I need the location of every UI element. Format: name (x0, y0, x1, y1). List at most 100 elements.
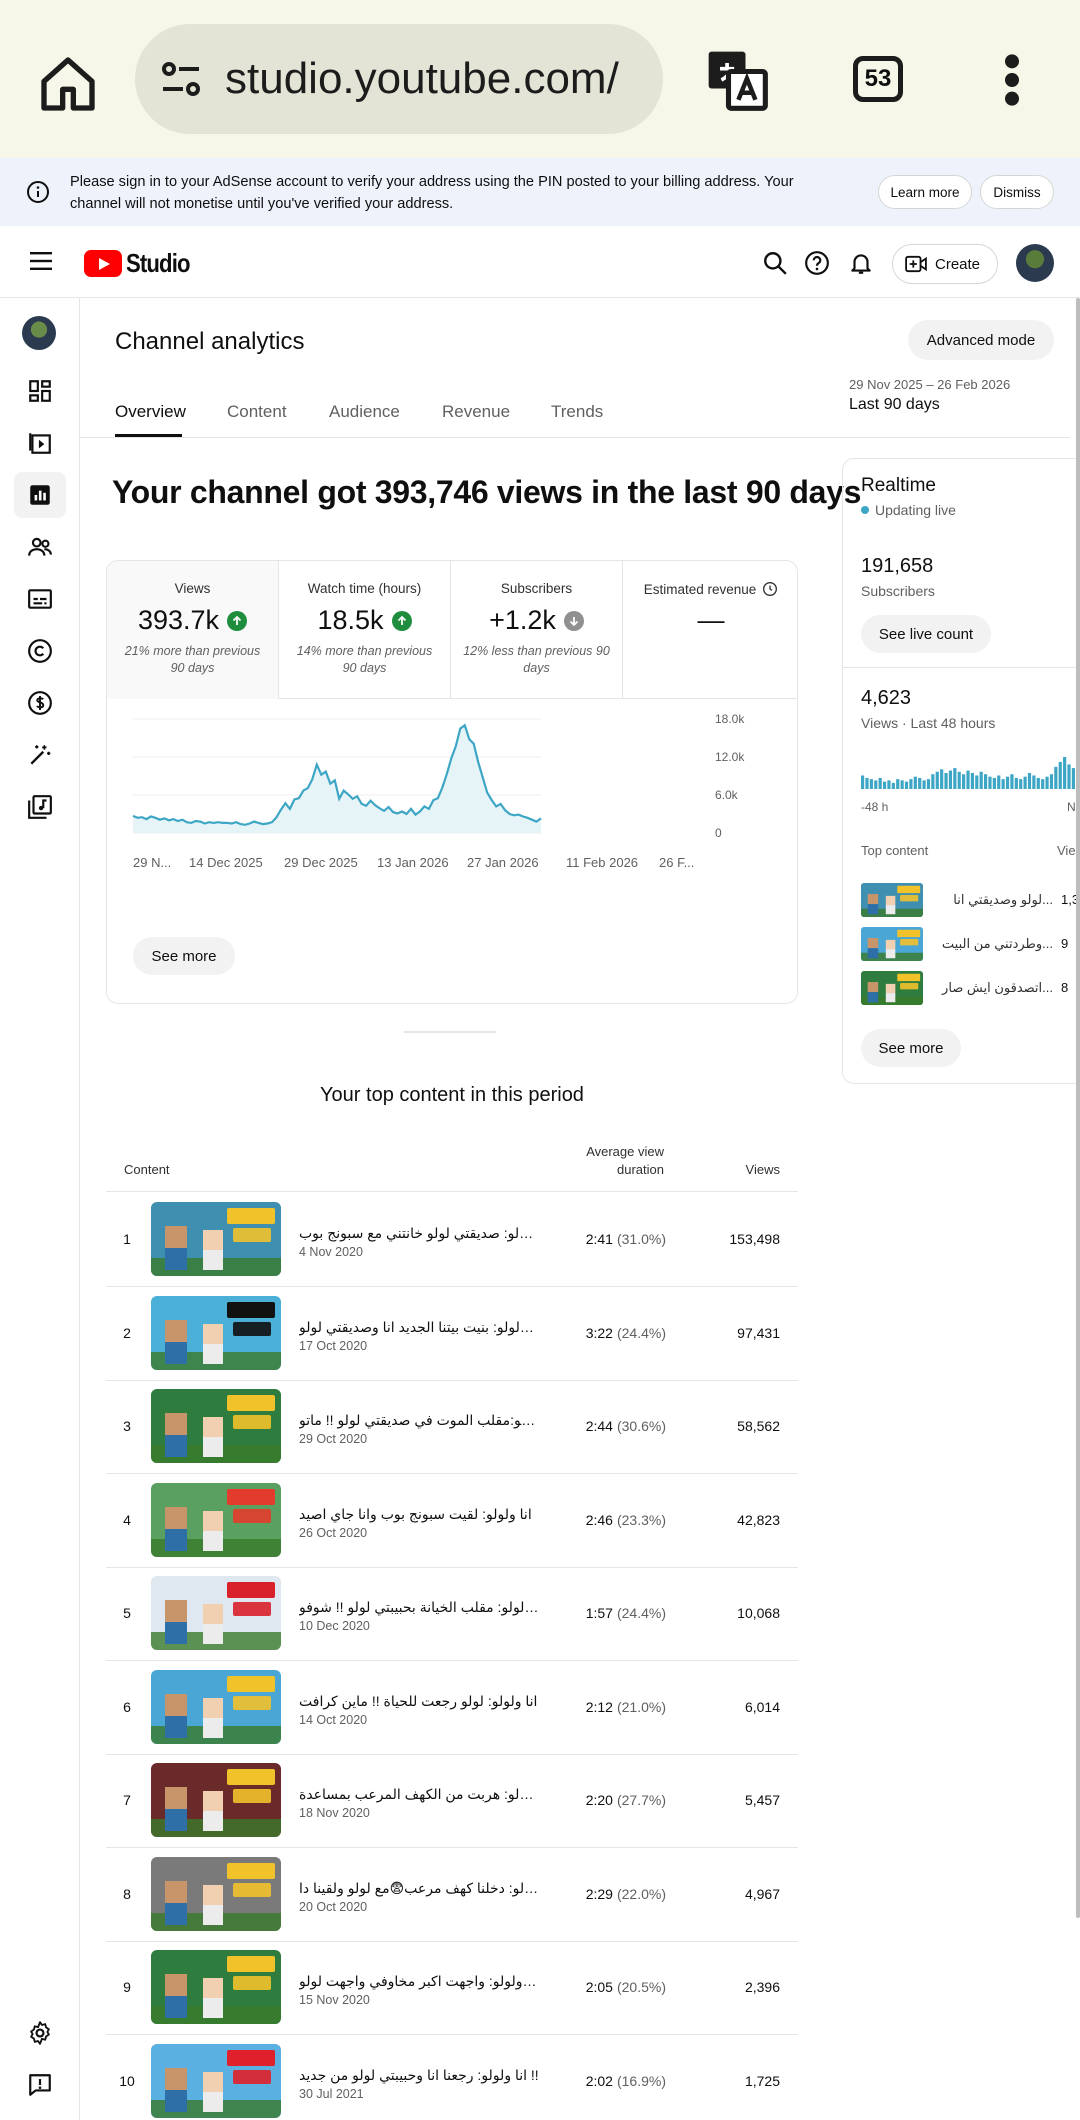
account-avatar[interactable] (1016, 244, 1054, 282)
home-icon[interactable] (36, 52, 100, 116)
table-row[interactable]: 7 انا ولولو: هربت من الكهف المرعب بمساعدة… (106, 1754, 798, 1848)
video-thumbnail[interactable] (151, 1856, 281, 1931)
see-more-button[interactable]: See more (133, 937, 235, 975)
realtime-see-more-button[interactable]: See more (861, 1029, 961, 1067)
analytics-nav[interactable] (14, 472, 66, 518)
menu-icon[interactable] (30, 252, 52, 270)
table-row[interactable]: 1 انا ولولو: صديقتي لولو خانتني مع سبونج … (106, 1193, 798, 1287)
metric-subscribers[interactable]: Subscribers +1.2k 12% less than previous… (451, 561, 623, 699)
table-row[interactable]: 8 انا ولولو: دخلنا كهف مرعب😨مع لولو ولقين… (106, 1848, 798, 1942)
scrollbar[interactable] (1076, 298, 1080, 1918)
feedback-nav[interactable] (14, 2062, 66, 2108)
avg-view-percent: (23.3%) (616, 1511, 666, 1528)
advanced-mode-button[interactable]: Advanced mode (908, 320, 1054, 360)
table-row[interactable]: 2 انا ولولو: بنيت بيتنا الجديد انا وصديقت… (106, 1287, 798, 1381)
tab-revenue[interactable]: Revenue (442, 402, 510, 422)
copyright-icon (28, 639, 52, 663)
more-vert-icon[interactable] (1000, 52, 1024, 108)
table-row[interactable]: 3 انا ولولو:مقلب الموت في صديقتي لولو !! … (106, 1380, 798, 1474)
channel-avatar[interactable] (22, 316, 56, 350)
video-title[interactable]: انا ولولو: بنيت بيتنا الجديد انا وصديقتي… (299, 1319, 539, 1336)
realtime-bar (979, 771, 983, 789)
video-title[interactable]: انا ولولو: رجعنا انا وحبيبتي لولو من جدي… (299, 2067, 539, 2084)
avg-view-duration: 2:20 (585, 1792, 613, 1808)
realtime-bar (935, 771, 939, 789)
row-rank: 1 (123, 1231, 131, 1247)
video-views: 97,431 (737, 1324, 780, 1341)
dismiss-button[interactable]: Dismiss (980, 175, 1054, 209)
video-title[interactable]: انا ولولو: هربت من الكهف المرعب بمساعدة (299, 1786, 539, 1803)
magic-wand-icon (30, 745, 51, 765)
table-row[interactable]: 5 انا ولولو: مقلب الخيانة بحبيبتي لولو !!… (106, 1567, 798, 1661)
metric-views[interactable]: Views 393.7k 21% more than previous 90 d… (107, 561, 279, 699)
arrow-up-icon (391, 610, 412, 631)
tab-overview[interactable]: Overview (115, 402, 186, 422)
video-thumbnail[interactable] (151, 1763, 281, 1837)
video-thumbnail[interactable] (151, 1482, 281, 1557)
tab-trends[interactable]: Trends (551, 402, 603, 422)
table-row[interactable]: 9 انا ولولو: واجهت اكبر مخاوفي واجهت لولو… (106, 1941, 798, 2035)
video-thumbnail[interactable] (151, 1202, 281, 1276)
address-bar[interactable]: studio.youtube.com/ (135, 24, 663, 134)
metric-watch-time[interactable]: Watch time (hours) 18.5k 14% more than p… (279, 561, 451, 699)
realtime-bar (891, 782, 895, 789)
metric-revenue[interactable]: Estimated revenue — (623, 561, 797, 699)
video-thumbnail[interactable] (151, 1669, 281, 1744)
realtime-top-item[interactable]: اتصدقون ايش صار... 8 (861, 971, 1080, 1007)
video-title[interactable]: انا ولولو: لقيت سبونج بوب وانا جاي اصيد (299, 1506, 539, 1523)
learn-more-button[interactable]: Learn more (878, 175, 972, 209)
video-title[interactable]: انا ولولو: صديقتي لولو خانتني مع سبونج ب… (299, 1225, 539, 1242)
community-nav[interactable] (14, 524, 66, 570)
youtube-studio-logo[interactable]: Studio (84, 248, 201, 279)
video-add-icon (905, 255, 927, 273)
video-title[interactable]: انا ولولو: مقلب الخيانة بحبيبتي لولو !! … (299, 1599, 539, 1616)
video-thumbnail[interactable] (151, 1950, 281, 2024)
video-thumbnail[interactable] (151, 1389, 281, 1463)
col-views[interactable]: Views (706, 1162, 780, 1177)
settings-nav[interactable] (14, 2010, 66, 2056)
table-row[interactable]: 6 انا ولولو: لولو رجعت للحياة !! ماين كرا… (106, 1661, 798, 1755)
copyright-nav[interactable] (14, 628, 66, 674)
realtime-bar (874, 780, 878, 789)
video-thumbnail[interactable] (151, 1576, 281, 1650)
video-title[interactable]: انا ولولو: واجهت اكبر مخاوفي واجهت لولو … (299, 1973, 539, 1990)
earn-nav[interactable] (14, 680, 66, 726)
table-row[interactable]: 10 انا ولولو: رجعنا انا وحبيبتي لولو من ج… (106, 2035, 798, 2120)
video-date: 29 Oct 2020 (299, 1432, 368, 1446)
search-icon[interactable] (762, 250, 788, 276)
realtime-top-item[interactable]: لولو وصديقتي انا... 1,3 (861, 883, 1080, 919)
video-title: وطردتني من البيت... (941, 936, 1053, 951)
subtitles-nav[interactable] (14, 576, 66, 622)
realtime-bar (1049, 774, 1054, 789)
video-title[interactable]: انا ولولو: لولو رجعت للحياة !! ماين كراف… (299, 1693, 539, 1710)
realtime-bar (896, 779, 900, 789)
audio-library-nav[interactable] (14, 784, 66, 830)
tab-audience[interactable]: Audience (329, 402, 400, 422)
notifications-icon[interactable] (848, 250, 874, 276)
video-thumbnail[interactable] (151, 1295, 281, 1370)
video-thumbnail[interactable] (151, 2043, 281, 2118)
realtime-bar (1036, 777, 1040, 789)
realtime-top-item[interactable]: وطردتني من البيت... 9 (861, 927, 1080, 963)
page-title: Channel analytics (115, 328, 305, 355)
video-views: 4,967 (744, 1885, 780, 1902)
content-nav[interactable] (14, 420, 66, 466)
avg-view-percent: (21.0%) (616, 1698, 666, 1715)
video-title[interactable]: انا ولولو: دخلنا كهف مرعب😨مع لولو ولقينا… (299, 1880, 539, 1897)
site-settings-icon[interactable] (157, 55, 205, 103)
col-content[interactable]: Content (124, 1162, 170, 1177)
help-icon[interactable] (804, 250, 830, 276)
translate-icon[interactable] (703, 46, 771, 114)
video-title[interactable]: انا ولولو:مقلب الموت في صديقتي لولو !! م… (299, 1412, 539, 1429)
create-button[interactable]: Create (892, 244, 998, 284)
dashboard-nav[interactable] (14, 368, 66, 414)
realtime-bar (900, 780, 904, 789)
avg-view-percent: (16.9%) (616, 2072, 666, 2089)
customisation-nav[interactable] (14, 732, 66, 778)
tab-content[interactable]: Content (227, 402, 287, 422)
realtime-bar (962, 774, 966, 789)
see-live-count-button[interactable]: See live count (861, 615, 991, 653)
table-row[interactable]: 4 انا ولولو: لقيت سبونج بوب وانا جاي اصيد… (106, 1474, 798, 1568)
col-average-view-duration[interactable]: Average view duration (552, 1143, 664, 1179)
tab-switcher[interactable]: 53 (853, 56, 903, 102)
